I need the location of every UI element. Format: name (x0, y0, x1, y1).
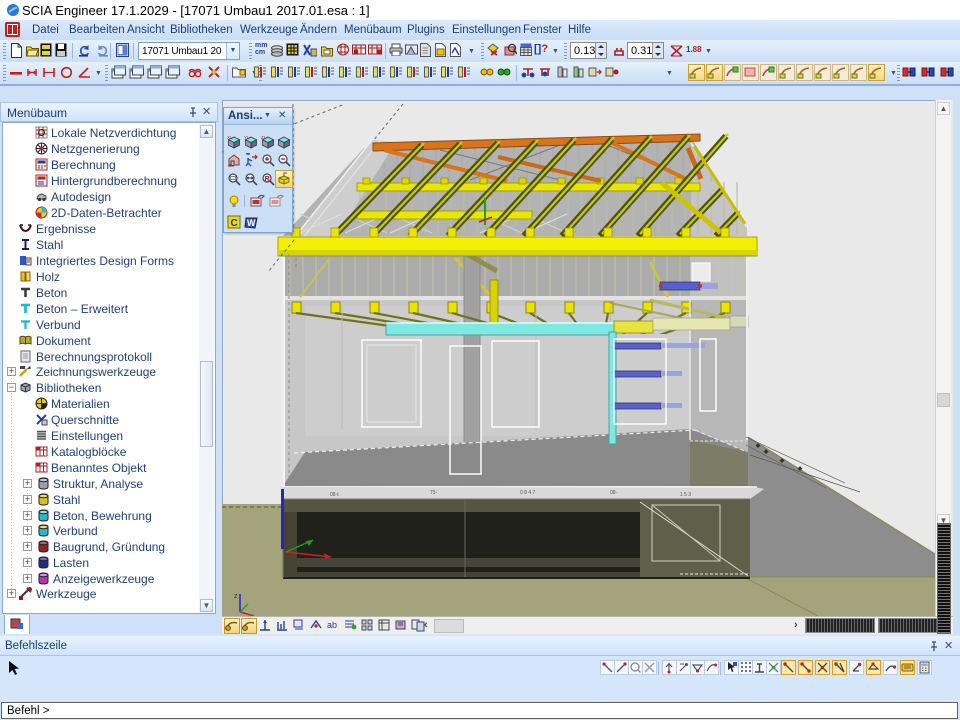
svg-text:YL: YL (244, 135, 250, 140)
svg-text:R: R (265, 176, 270, 183)
svg-text:ab: ab (327, 620, 337, 630)
svg-text:W: W (247, 218, 256, 228)
svg-text:C: C (231, 218, 238, 229)
svg-text:08·t: 08·t (330, 492, 339, 498)
svg-text:0 8 4 7: 0 8 4 7 (520, 490, 536, 496)
svg-text:ZL: ZL (261, 135, 267, 140)
svg-text:73·: 73· (430, 490, 438, 496)
svg-text:08·: 08· (610, 490, 618, 496)
svg-text:z: z (234, 593, 238, 600)
svg-text:XL: XL (227, 135, 233, 140)
svg-text:1 5 3: 1 5 3 (680, 492, 691, 498)
